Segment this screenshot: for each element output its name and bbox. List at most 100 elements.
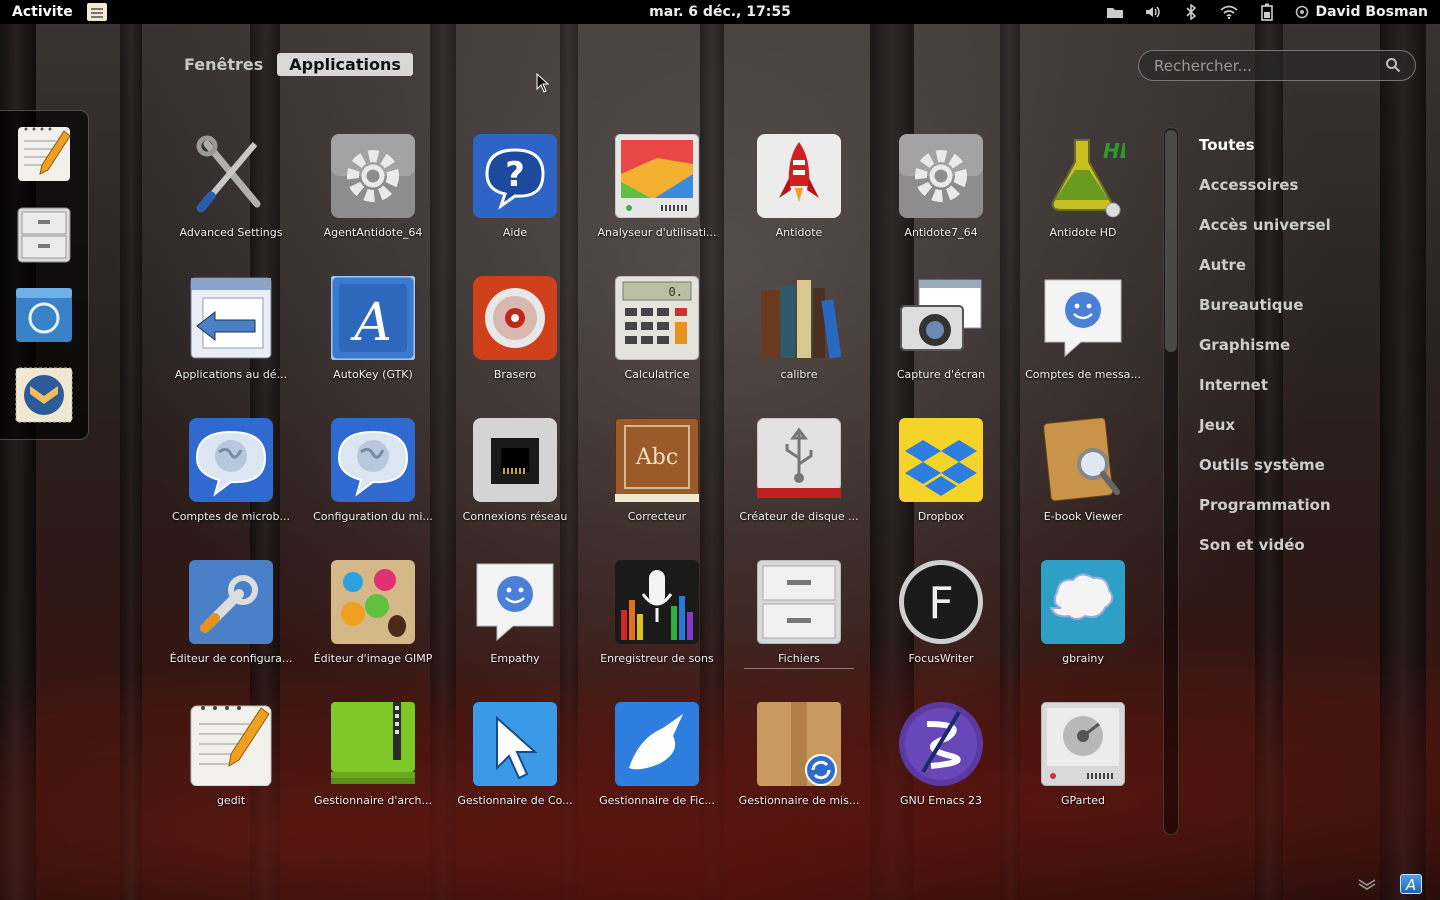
app-label: GNU Emacs 23 — [900, 794, 982, 807]
wifi-icon[interactable] — [1219, 3, 1239, 21]
category-item[interactable]: Accessoires — [1199, 174, 1331, 214]
activities-button[interactable]: Activite — [0, 0, 85, 24]
app-launcher[interactable]: Fichiers — [728, 554, 870, 696]
svg-text:A: A — [350, 293, 392, 353]
app-launcher[interactable]: GParted — [1012, 696, 1154, 838]
app-label: Comptes de messa... — [1025, 368, 1141, 381]
app-label: AgentAntidote_64 — [323, 226, 423, 239]
category-item[interactable]: Toutes — [1199, 134, 1331, 174]
app-launcher[interactable]: calibre — [728, 270, 870, 412]
notepad-pencil-icon — [18, 127, 71, 181]
dash-thunderbird[interactable] — [14, 364, 74, 426]
globe-bubble-icon — [189, 418, 273, 502]
app-launcher[interactable]: Gestionnaire de mis... — [728, 696, 870, 838]
app-launcher[interactable]: Gestionnaire de Co... — [444, 696, 586, 838]
app-launcher[interactable]: gbrainy — [1012, 554, 1154, 696]
category-item[interactable]: Bureautique — [1199, 294, 1331, 334]
category-item[interactable]: Graphisme — [1199, 334, 1331, 374]
svg-text:?: ? — [505, 155, 525, 195]
app-launcher[interactable]: Comptes de messa... — [1012, 270, 1154, 412]
category-item[interactable]: Son et vidéo — [1199, 534, 1331, 574]
tab-windows[interactable]: Fenêtres — [176, 53, 271, 76]
view-selector: Fenêtres Applications — [176, 53, 413, 76]
category-item[interactable]: Programmation — [1199, 494, 1331, 534]
disk-partition-icon — [1040, 701, 1126, 787]
app-launcher[interactable]: Gestionnaire d'arch... — [302, 696, 444, 838]
app-label: Éditeur de configura... — [169, 652, 293, 665]
app-launcher[interactable]: Dropbox — [870, 412, 1012, 554]
app-launcher[interactable]: E-book Viewer — [1012, 412, 1154, 554]
app-label: calibre — [780, 368, 818, 381]
app-label: Antidote — [775, 226, 823, 239]
scrollbar-thumb[interactable] — [1165, 130, 1177, 352]
app-launcher[interactable]: gedit — [160, 696, 302, 838]
category-item[interactable]: Internet — [1199, 374, 1331, 414]
app-grid-scrollbar[interactable] — [1163, 127, 1179, 835]
app-launcher[interactable]: F FocusWriter — [870, 554, 1012, 696]
app-launcher[interactable]: Éditeur de configura... — [160, 554, 302, 696]
app-launcher[interactable]: Éditeur d'image GIMP — [302, 554, 444, 696]
app-launcher[interactable]: Comptes de microb... — [160, 412, 302, 554]
app-launcher[interactable]: Analyseur d'utilisati... — [586, 128, 728, 270]
app-launcher[interactable]: HD Antidote HD — [1012, 128, 1154, 270]
category-item[interactable]: Accès universel — [1199, 214, 1331, 254]
search-icon[interactable] — [1385, 57, 1401, 73]
marlin-icon — [615, 702, 699, 786]
status-area: David Bosman — [1105, 0, 1428, 24]
app-launcher[interactable]: Antidote7_64 — [870, 128, 1012, 270]
focuswriter-icon: F — [899, 560, 983, 644]
autokey-tray-icon[interactable]: A — [1400, 874, 1422, 894]
category-item[interactable]: Outils système — [1199, 454, 1331, 494]
thunderbird-icon — [15, 367, 73, 423]
calculator-icon: 0. — [614, 275, 700, 361]
rocket-icon — [757, 134, 841, 218]
app-launcher[interactable]: 0. Calculatrice — [586, 270, 728, 412]
app-label: AutoKey (GTK) — [333, 368, 413, 381]
app-launcher[interactable]: ? Aide — [444, 128, 586, 270]
app-label: GParted — [1061, 794, 1105, 807]
app-label: E-book Viewer — [1043, 510, 1123, 523]
bluetooth-icon[interactable] — [1181, 3, 1201, 21]
tab-applications[interactable]: Applications — [277, 53, 413, 76]
chat-smiley-icon — [473, 560, 557, 644]
folder-icon[interactable] — [1105, 3, 1125, 21]
app-launcher[interactable]: GNU Emacs 23 — [870, 696, 1012, 838]
app-label: Antidote HD — [1049, 226, 1117, 239]
search-input[interactable] — [1154, 56, 1374, 75]
app-launcher[interactable]: Connexions réseau — [444, 412, 586, 554]
app-launcher[interactable]: A AutoKey (GTK) — [302, 270, 444, 412]
app-launcher[interactable]: Antidote — [728, 128, 870, 270]
microphone-icon — [615, 560, 699, 644]
app-menu-notepad-icon[interactable] — [86, 3, 107, 21]
app-launcher[interactable]: Brasero — [444, 270, 586, 412]
app-launcher[interactable]: Empathy — [444, 554, 586, 696]
dash-chromium[interactable] — [14, 284, 74, 346]
app-launcher[interactable]: Advanced Settings — [160, 128, 302, 270]
app-label: Antidote7_64 — [904, 226, 978, 239]
app-launcher[interactable]: Configuration du mi... — [302, 412, 444, 554]
gear-icon — [331, 134, 415, 218]
user-status-icon — [1296, 5, 1309, 19]
app-launcher[interactable]: Capture d'écran — [870, 270, 1012, 412]
mouse-cursor-icon — [536, 73, 550, 93]
app-launcher[interactable]: Abc Correcteur — [586, 412, 728, 554]
battery-icon[interactable] — [1257, 3, 1277, 21]
app-launcher[interactable]: Gestionnaire de Fic... — [586, 696, 728, 838]
app-label: Applications au dé... — [174, 368, 288, 381]
app-launcher[interactable]: AgentAntidote_64 — [302, 128, 444, 270]
app-label: Calculatrice — [624, 368, 690, 381]
dash-gedit[interactable] — [14, 123, 74, 185]
app-launcher[interactable]: Applications au dé... — [160, 270, 302, 412]
file-cabinet-icon — [17, 207, 71, 263]
category-item[interactable]: Jeux — [1199, 414, 1331, 454]
user-name: David Bosman — [1315, 4, 1428, 20]
app-launcher[interactable]: Créateur de disque ... — [728, 412, 870, 554]
app-launcher[interactable]: Enregistreur de sons — [586, 554, 728, 696]
volume-icon[interactable] — [1143, 3, 1163, 21]
category-item[interactable]: Autre — [1199, 254, 1331, 294]
user-menu[interactable]: David Bosman — [1295, 4, 1428, 20]
chat-smiley-icon — [1041, 276, 1125, 360]
search-box[interactable] — [1138, 50, 1416, 81]
dash-fichiers[interactable] — [14, 204, 74, 266]
message-tray-icon[interactable] — [1357, 872, 1377, 892]
